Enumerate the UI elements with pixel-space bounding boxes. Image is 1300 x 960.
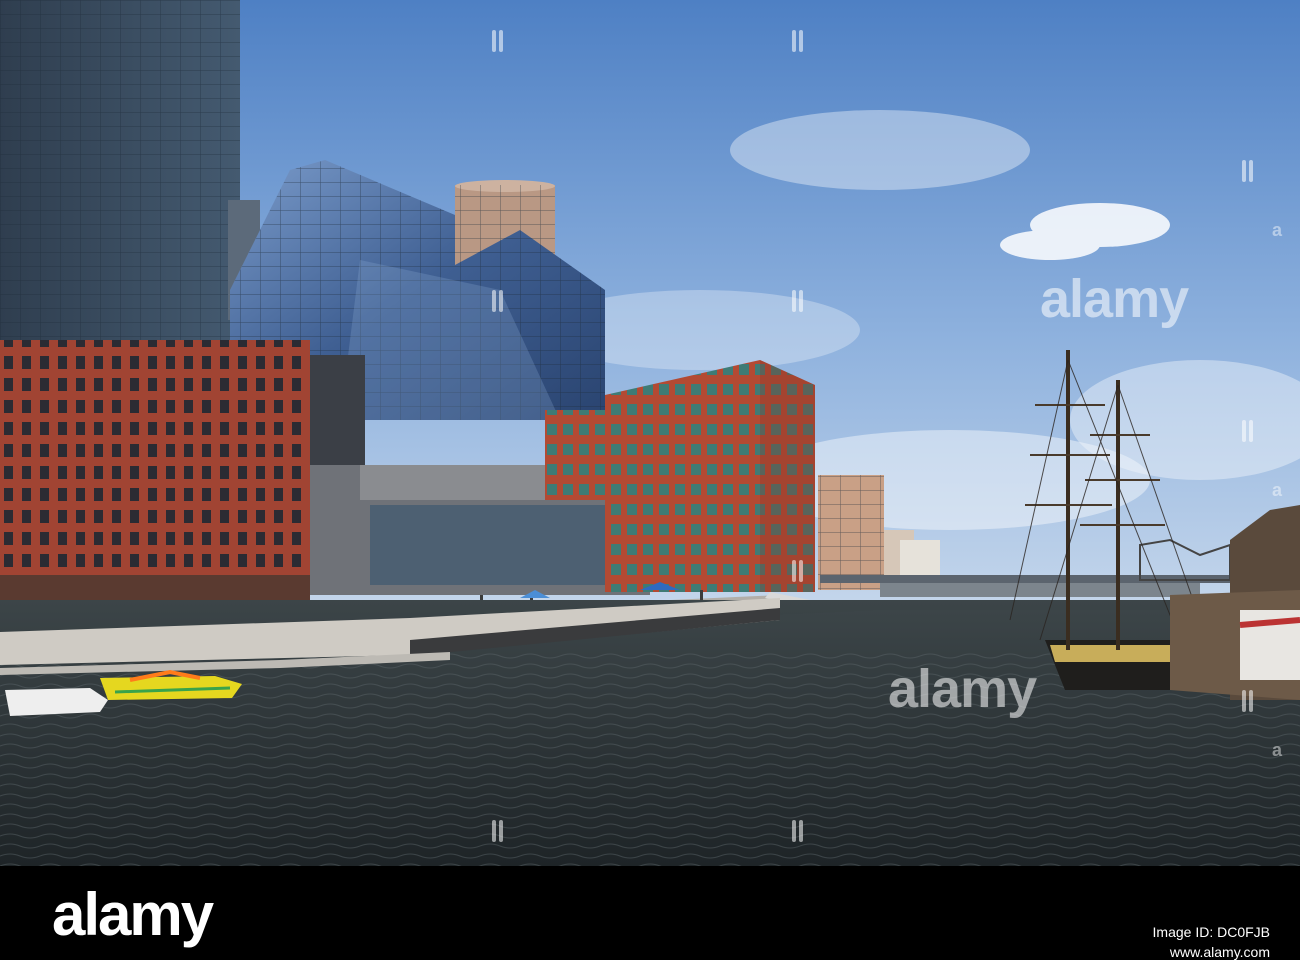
brand-logo: alamy bbox=[52, 881, 214, 948]
image-id-label: Image ID: DC0FJB bbox=[1152, 924, 1270, 940]
harbor-scene bbox=[0, 0, 1300, 866]
footer-bar: alamy Image ID: DC0FJB www.alamy.com bbox=[0, 866, 1300, 960]
site-url[interactable]: www.alamy.com bbox=[1170, 944, 1270, 960]
photo: alamy alamy a a a bbox=[0, 0, 1300, 866]
